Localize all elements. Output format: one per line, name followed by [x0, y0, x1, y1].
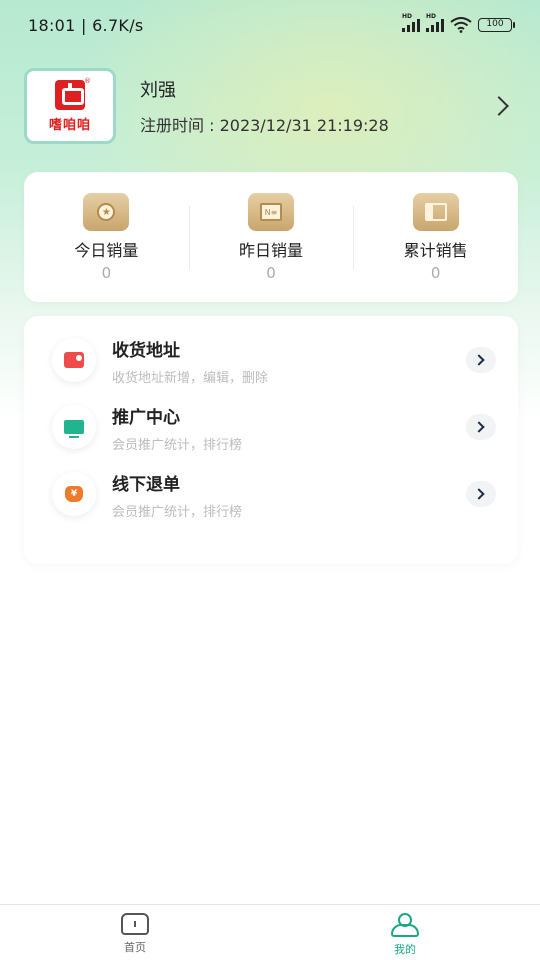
tab-me[interactable]: 我的: [270, 905, 540, 960]
chevron-right-icon[interactable]: [466, 347, 496, 373]
stat-value: 0: [101, 264, 112, 282]
menu-title: 推广中心: [112, 408, 180, 428]
stat-total-sales[interactable]: 累计销售 0: [353, 172, 518, 302]
promotion-icon: [52, 405, 96, 449]
medal-icon: ★: [83, 193, 130, 231]
registered-mark-icon: ®: [84, 77, 91, 85]
menu-subtitle: 会员推广统计，排行榜: [112, 505, 243, 520]
chevron-right-icon[interactable]: [466, 481, 496, 507]
stat-label: 累计销售: [403, 241, 468, 260]
signal-icon: HD: [402, 13, 420, 32]
book-icon: [412, 193, 459, 231]
stat-today-sales[interactable]: ★ 今日销量 0: [24, 172, 189, 302]
tab-label: 首页: [124, 941, 146, 954]
logo-text: 嗜咱咱: [48, 117, 91, 133]
menu-subtitle: 收货地址新增，编辑，删除: [112, 371, 269, 386]
store-logo: ® 嗜咱咱: [24, 68, 116, 144]
battery-icon: 100: [478, 18, 515, 32]
menu-subtitle: 会员推广统计，排行榜: [112, 438, 243, 453]
tab-home[interactable]: 首页: [0, 905, 270, 960]
bottom-tab-bar: 首页 我的: [0, 904, 540, 960]
status-icons: HD HD 100: [402, 13, 515, 33]
chevron-right-icon[interactable]: [466, 414, 496, 440]
tab-label: 我的: [394, 943, 416, 956]
register-time: 注册时间 : 2023/12/31 21:19:28: [140, 116, 389, 135]
register-time-value: 2023/12/31 21:19:28: [219, 116, 389, 135]
logo-mark-icon: [55, 79, 85, 110]
menu-item-refund[interactable]: ¥ 线下退单 会员推广统计，排行榜: [24, 464, 518, 524]
chevron-right-icon[interactable]: [489, 96, 509, 116]
status-bar: 18:01 | 6.7K/s HD HD 100: [0, 0, 540, 50]
network-speed: 6.7K/s: [92, 15, 144, 35]
newspaper-icon: N≡: [248, 193, 294, 231]
menu-title: 线下退单: [112, 475, 180, 495]
menu-title: 收货地址: [112, 341, 180, 361]
refund-icon: ¥: [52, 472, 96, 516]
user-name: 刘强: [140, 80, 176, 101]
home-icon: [121, 913, 149, 935]
stat-value: 0: [266, 264, 276, 282]
profile-header[interactable]: ® 嗜咱咱 刘强 注册时间 : 2023/12/31 21:19:28: [24, 68, 516, 144]
battery-level: 100: [486, 19, 504, 29]
profile-info: 刘强 注册时间 : 2023/12/31 21:19:28: [140, 76, 492, 136]
menu-card: 收货地址 收货地址新增，编辑，删除 推广中心 会员推广统计，排行榜 ¥ 线下退单…: [24, 316, 518, 564]
sales-stats-card: ★ 今日销量 0 N≡ 昨日销量 0 累计销售 0: [24, 172, 518, 302]
user-icon: [390, 913, 420, 937]
stat-yesterday-sales[interactable]: N≡ 昨日销量 0: [188, 172, 354, 302]
stat-label: 昨日销量: [239, 241, 304, 260]
menu-item-promotion[interactable]: 推广中心 会员推广统计，排行榜: [24, 397, 518, 457]
wifi-icon: [450, 17, 472, 33]
clock: 18:01: [28, 15, 76, 35]
stat-value: 0: [430, 264, 441, 282]
signal-icon: HD: [426, 13, 444, 32]
menu-item-address[interactable]: 收货地址 收货地址新增，编辑，删除: [24, 330, 518, 390]
address-icon: [52, 338, 96, 382]
stat-label: 今日销量: [74, 241, 139, 260]
register-label: 注册时间: [140, 116, 205, 135]
status-left: 18:01 | 6.7K/s: [28, 15, 144, 35]
